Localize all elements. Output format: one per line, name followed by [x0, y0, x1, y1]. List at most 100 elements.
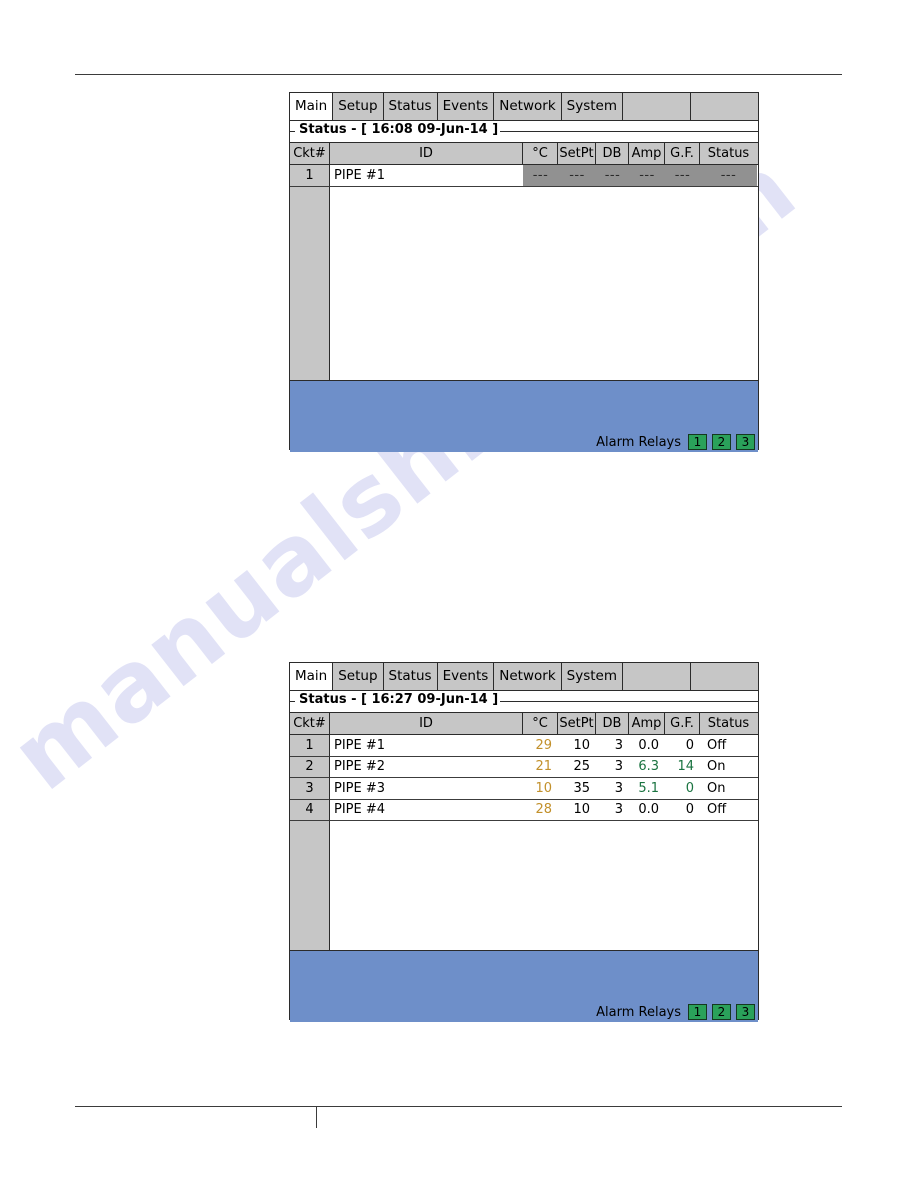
cell-temp: ---	[523, 165, 558, 186]
tab-network[interactable]: Network	[494, 93, 562, 120]
tab-network[interactable]: Network	[494, 663, 562, 690]
alarm-relay-1[interactable]: 1	[688, 434, 707, 450]
cell-db: ---	[596, 165, 629, 186]
cell-ckt: 3	[290, 778, 330, 800]
cell-value-amp: 0.0	[638, 802, 659, 818]
tab-empty-slot-2[interactable]	[691, 93, 758, 120]
tab-system[interactable]: System	[561, 663, 623, 690]
tab-empty-slot-1[interactable]	[623, 93, 691, 120]
cell-value-status: On	[707, 780, 726, 796]
alarm-relay-2[interactable]: 2	[712, 434, 731, 450]
table-row-empty	[290, 864, 758, 887]
cell-value-temp: ---	[532, 167, 549, 183]
cell-status	[700, 294, 757, 316]
tab-label: Main	[295, 667, 328, 684]
tab-events[interactable]: Events	[437, 663, 495, 690]
tab-status[interactable]: Status	[383, 663, 438, 690]
cell-id	[330, 358, 523, 380]
cell-db	[596, 821, 629, 843]
cell-db: 3	[596, 757, 629, 778]
cell-status	[700, 928, 757, 950]
alarm-relays-group: Alarm Relays 1 2 3	[596, 434, 755, 450]
cell-value-setpt: 25	[573, 759, 590, 775]
cell-gf: ---	[665, 165, 700, 186]
cell-amp	[629, 186, 665, 208]
cell-gf: 0	[665, 778, 700, 799]
table-row-empty	[290, 842, 758, 865]
alarm-relay-3[interactable]: 3	[736, 434, 755, 450]
cell-value-db: 3	[614, 802, 623, 818]
column-header-gf: G.F.	[665, 713, 700, 734]
cell-id	[330, 928, 523, 950]
status-table: Ckt# ID °C SetPt DB Amp G.F. Status 1 PIPE #1 --- -…	[290, 142, 758, 381]
tab-label: Events	[442, 97, 489, 114]
cell-temp	[523, 186, 558, 208]
cell-status	[700, 337, 757, 359]
cell-id: PIPE #1	[330, 735, 523, 756]
cell-amp: 5.1	[629, 778, 665, 799]
cell-temp	[523, 294, 558, 316]
column-header-amp: Amp	[629, 713, 665, 734]
tab-empty-slot-2[interactable]	[691, 663, 758, 690]
cell-setpt	[558, 842, 596, 864]
cell-status: Off	[700, 800, 757, 821]
tab-bar: Main Setup Status Events Network System	[290, 663, 758, 691]
status-table: Ckt# ID °C SetPt DB Amp G.F. Status 1 PIPE #1 29 10…	[290, 712, 758, 951]
groupbox-right-rule	[500, 701, 758, 702]
cell-db	[596, 885, 629, 907]
cell-value-ckt: 2	[305, 759, 314, 775]
cell-value-db: 3	[614, 759, 623, 775]
cell-id	[330, 272, 523, 294]
cell-value-ckt: 1	[305, 167, 314, 183]
tab-empty-slot-1[interactable]	[623, 663, 691, 690]
tab-label: Setup	[338, 97, 378, 114]
groupbox-right-rule	[500, 131, 758, 132]
cell-ckt	[290, 842, 330, 865]
cell-setpt	[558, 315, 596, 337]
table-header-row: Ckt# ID °C SetPt DB Amp G.F. Status	[290, 143, 758, 165]
cell-db	[596, 208, 629, 230]
cell-ckt: 1	[290, 165, 330, 187]
tab-main[interactable]: Main	[290, 663, 334, 690]
alarm-relay-1[interactable]: 1	[688, 1004, 707, 1020]
cell-ckt	[290, 208, 330, 231]
cell-gf	[665, 821, 700, 843]
tab-status[interactable]: Status	[383, 93, 438, 120]
cell-value-temp: 29	[535, 737, 552, 753]
cell-value-db: ---	[604, 167, 621, 183]
cell-gf: 0	[665, 800, 700, 821]
tab-setup[interactable]: Setup	[333, 93, 384, 120]
table-row-empty	[290, 821, 758, 844]
table-row-empty	[290, 907, 758, 930]
status-footer-bar: Alarm Relays 1 2 3	[290, 950, 758, 1022]
cell-setpt	[558, 821, 596, 843]
column-header-db: DB	[596, 143, 629, 164]
tab-events[interactable]: Events	[437, 93, 495, 120]
cell-value-amp: 0.0	[638, 737, 659, 753]
status-title: Status - [ 16:08 09-Jun-14 ]	[297, 122, 501, 138]
cell-id	[330, 315, 523, 337]
cell-gf	[665, 864, 700, 886]
table-row-empty	[290, 885, 758, 908]
groupbox-left-rule	[290, 131, 295, 132]
alarm-relay-3[interactable]: 3	[736, 1004, 755, 1020]
cell-value-gf: 14	[677, 759, 694, 775]
cell-ckt	[290, 885, 330, 908]
alarm-relay-2[interactable]: 2	[712, 1004, 731, 1020]
tab-system[interactable]: System	[561, 93, 623, 120]
column-header-setpt: SetPt	[558, 143, 596, 164]
cell-setpt: 25	[558, 757, 596, 778]
cell-setpt	[558, 907, 596, 929]
cell-value-db: 3	[614, 780, 623, 796]
cell-value-gf: 0	[685, 737, 694, 753]
cell-setpt	[558, 186, 596, 208]
column-header-id: ID	[330, 143, 523, 164]
cell-db	[596, 294, 629, 316]
cell-ckt	[290, 251, 330, 274]
tab-main[interactable]: Main	[290, 93, 334, 120]
cell-temp	[523, 842, 558, 864]
table-row-empty	[290, 928, 758, 951]
cell-value-status: Off	[707, 802, 727, 818]
tab-setup[interactable]: Setup	[333, 663, 384, 690]
cell-id: PIPE #3	[330, 778, 523, 799]
